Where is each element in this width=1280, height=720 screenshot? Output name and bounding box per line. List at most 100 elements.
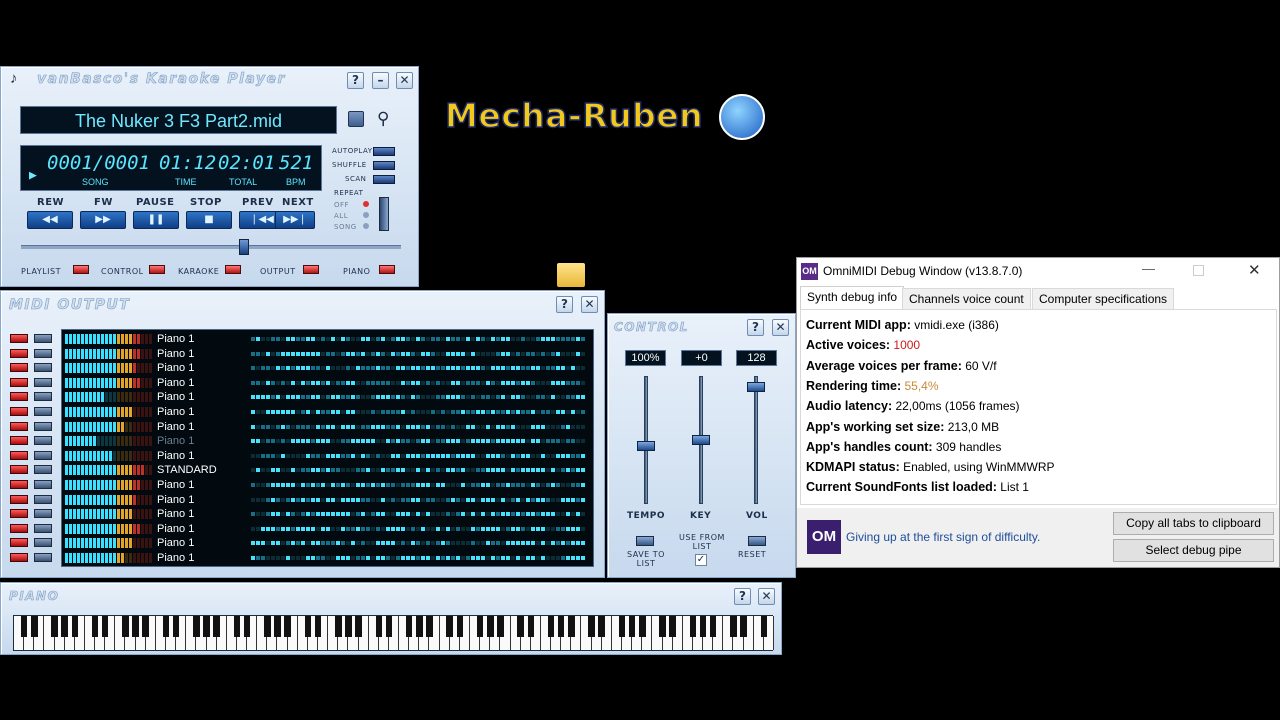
piano-close-button[interactable]: ✕ [758,588,775,605]
solo-toggle[interactable] [34,450,52,460]
midi-output-close-button[interactable]: ✕ [581,296,598,313]
black-key[interactable] [385,616,393,637]
mute-toggle[interactable] [10,348,28,358]
save-icon[interactable] [348,111,364,127]
solo-toggle[interactable] [34,363,52,373]
black-key[interactable] [122,616,129,637]
black-key[interactable] [213,616,220,637]
solo-toggle[interactable] [34,480,52,489]
solo-toggle[interactable] [34,348,52,358]
black-key[interactable] [355,616,362,637]
mute-toggle[interactable] [10,334,28,343]
black-key[interactable] [760,616,768,637]
mute-toggle[interactable] [10,538,28,548]
black-key[interactable] [527,616,535,637]
black-key[interactable] [659,616,666,637]
output-toggle[interactable] [303,265,319,274]
black-key[interactable] [243,616,251,637]
playlist-toggle[interactable] [73,265,89,274]
pause-button[interactable]: ❚❚ [133,211,179,229]
piano-toggle[interactable] [379,265,395,274]
black-key[interactable] [314,616,322,637]
midi-output-help-button[interactable]: ? [556,296,573,313]
black-key[interactable] [345,616,352,637]
black-key[interactable] [547,616,555,637]
black-key[interactable] [71,616,79,637]
solo-toggle[interactable] [34,465,52,475]
black-key[interactable] [264,616,271,637]
black-key[interactable] [426,616,433,637]
mute-toggle[interactable] [10,450,28,460]
black-key[interactable] [476,616,484,637]
black-key[interactable] [101,616,109,637]
karaoke-toggle[interactable] [225,265,241,274]
repeat-off-radio[interactable] [363,201,369,207]
scan-toggle[interactable] [373,175,395,184]
mute-toggle[interactable] [10,436,28,446]
black-key[interactable] [588,616,595,637]
mute-toggle[interactable] [10,465,28,475]
black-key[interactable] [304,616,312,637]
mute-toggle[interactable] [10,392,28,402]
black-key[interactable] [689,616,697,637]
black-key[interactable] [405,616,413,637]
black-key[interactable] [61,616,68,637]
reset-button[interactable] [748,536,766,546]
black-key[interactable] [487,616,494,637]
repeat-slider[interactable] [379,197,389,231]
black-key[interactable] [20,616,28,637]
solo-toggle[interactable] [34,392,52,402]
black-key[interactable] [557,616,565,637]
black-key[interactable] [274,616,281,637]
om-maximize-button[interactable] [1193,265,1204,276]
black-key[interactable] [568,616,575,637]
black-key[interactable] [335,616,342,637]
solo-toggle[interactable] [34,553,52,562]
key-slider-knob[interactable] [692,435,710,445]
autoplay-toggle[interactable] [373,147,395,156]
black-key[interactable] [446,616,453,637]
close-button[interactable]: ✕ [396,72,413,89]
black-key[interactable] [193,616,200,637]
seek-knob[interactable] [239,239,250,255]
copy-all-tabs-button[interactable]: Copy all tabs to clipboard [1113,512,1274,535]
seek-track[interactable] [21,245,401,249]
black-key[interactable] [172,616,180,637]
mute-toggle[interactable] [10,377,28,387]
repeat-all-radio[interactable] [363,212,369,218]
tab-computer-specifications[interactable]: Computer specifications [1032,288,1175,310]
select-debug-pipe-button[interactable]: Select debug pipe [1113,539,1274,562]
black-key[interactable] [203,616,210,637]
black-key[interactable] [416,616,423,637]
om-close-button[interactable]: ✕ [1248,261,1261,279]
stop-button[interactable]: ■ [186,211,232,229]
black-key[interactable] [31,616,38,637]
solo-toggle[interactable] [34,334,52,343]
black-key[interactable] [618,616,626,637]
piano-keyboard[interactable] [13,615,774,651]
solo-toggle[interactable] [34,494,52,504]
minimize-button[interactable]: – [372,72,389,89]
black-key[interactable] [669,616,676,637]
black-key[interactable] [730,616,737,637]
black-key[interactable] [628,616,636,637]
tab-synth-debug-info[interactable]: Synth debug info [800,286,905,310]
black-key[interactable] [740,616,747,637]
tab-channels-voice-count[interactable]: Channels voice count [902,288,1031,310]
mute-toggle[interactable] [10,480,28,489]
mute-toggle[interactable] [10,363,28,373]
solo-toggle[interactable] [34,377,52,387]
solo-toggle[interactable] [34,407,52,416]
om-minimize-button[interactable]: — [1142,261,1158,276]
black-key[interactable] [91,616,99,637]
black-key[interactable] [284,616,291,637]
black-key[interactable] [456,616,464,637]
black-key[interactable] [51,616,58,637]
black-key[interactable] [598,616,605,637]
rewind-button[interactable]: ◀◀ [27,211,73,229]
tempo-slider-knob[interactable] [637,440,655,451]
mute-toggle[interactable] [10,421,28,431]
black-key[interactable] [497,616,504,637]
forward-button[interactable]: ▶▶ [80,211,126,229]
piano-help-button[interactable]: ? [734,588,751,605]
